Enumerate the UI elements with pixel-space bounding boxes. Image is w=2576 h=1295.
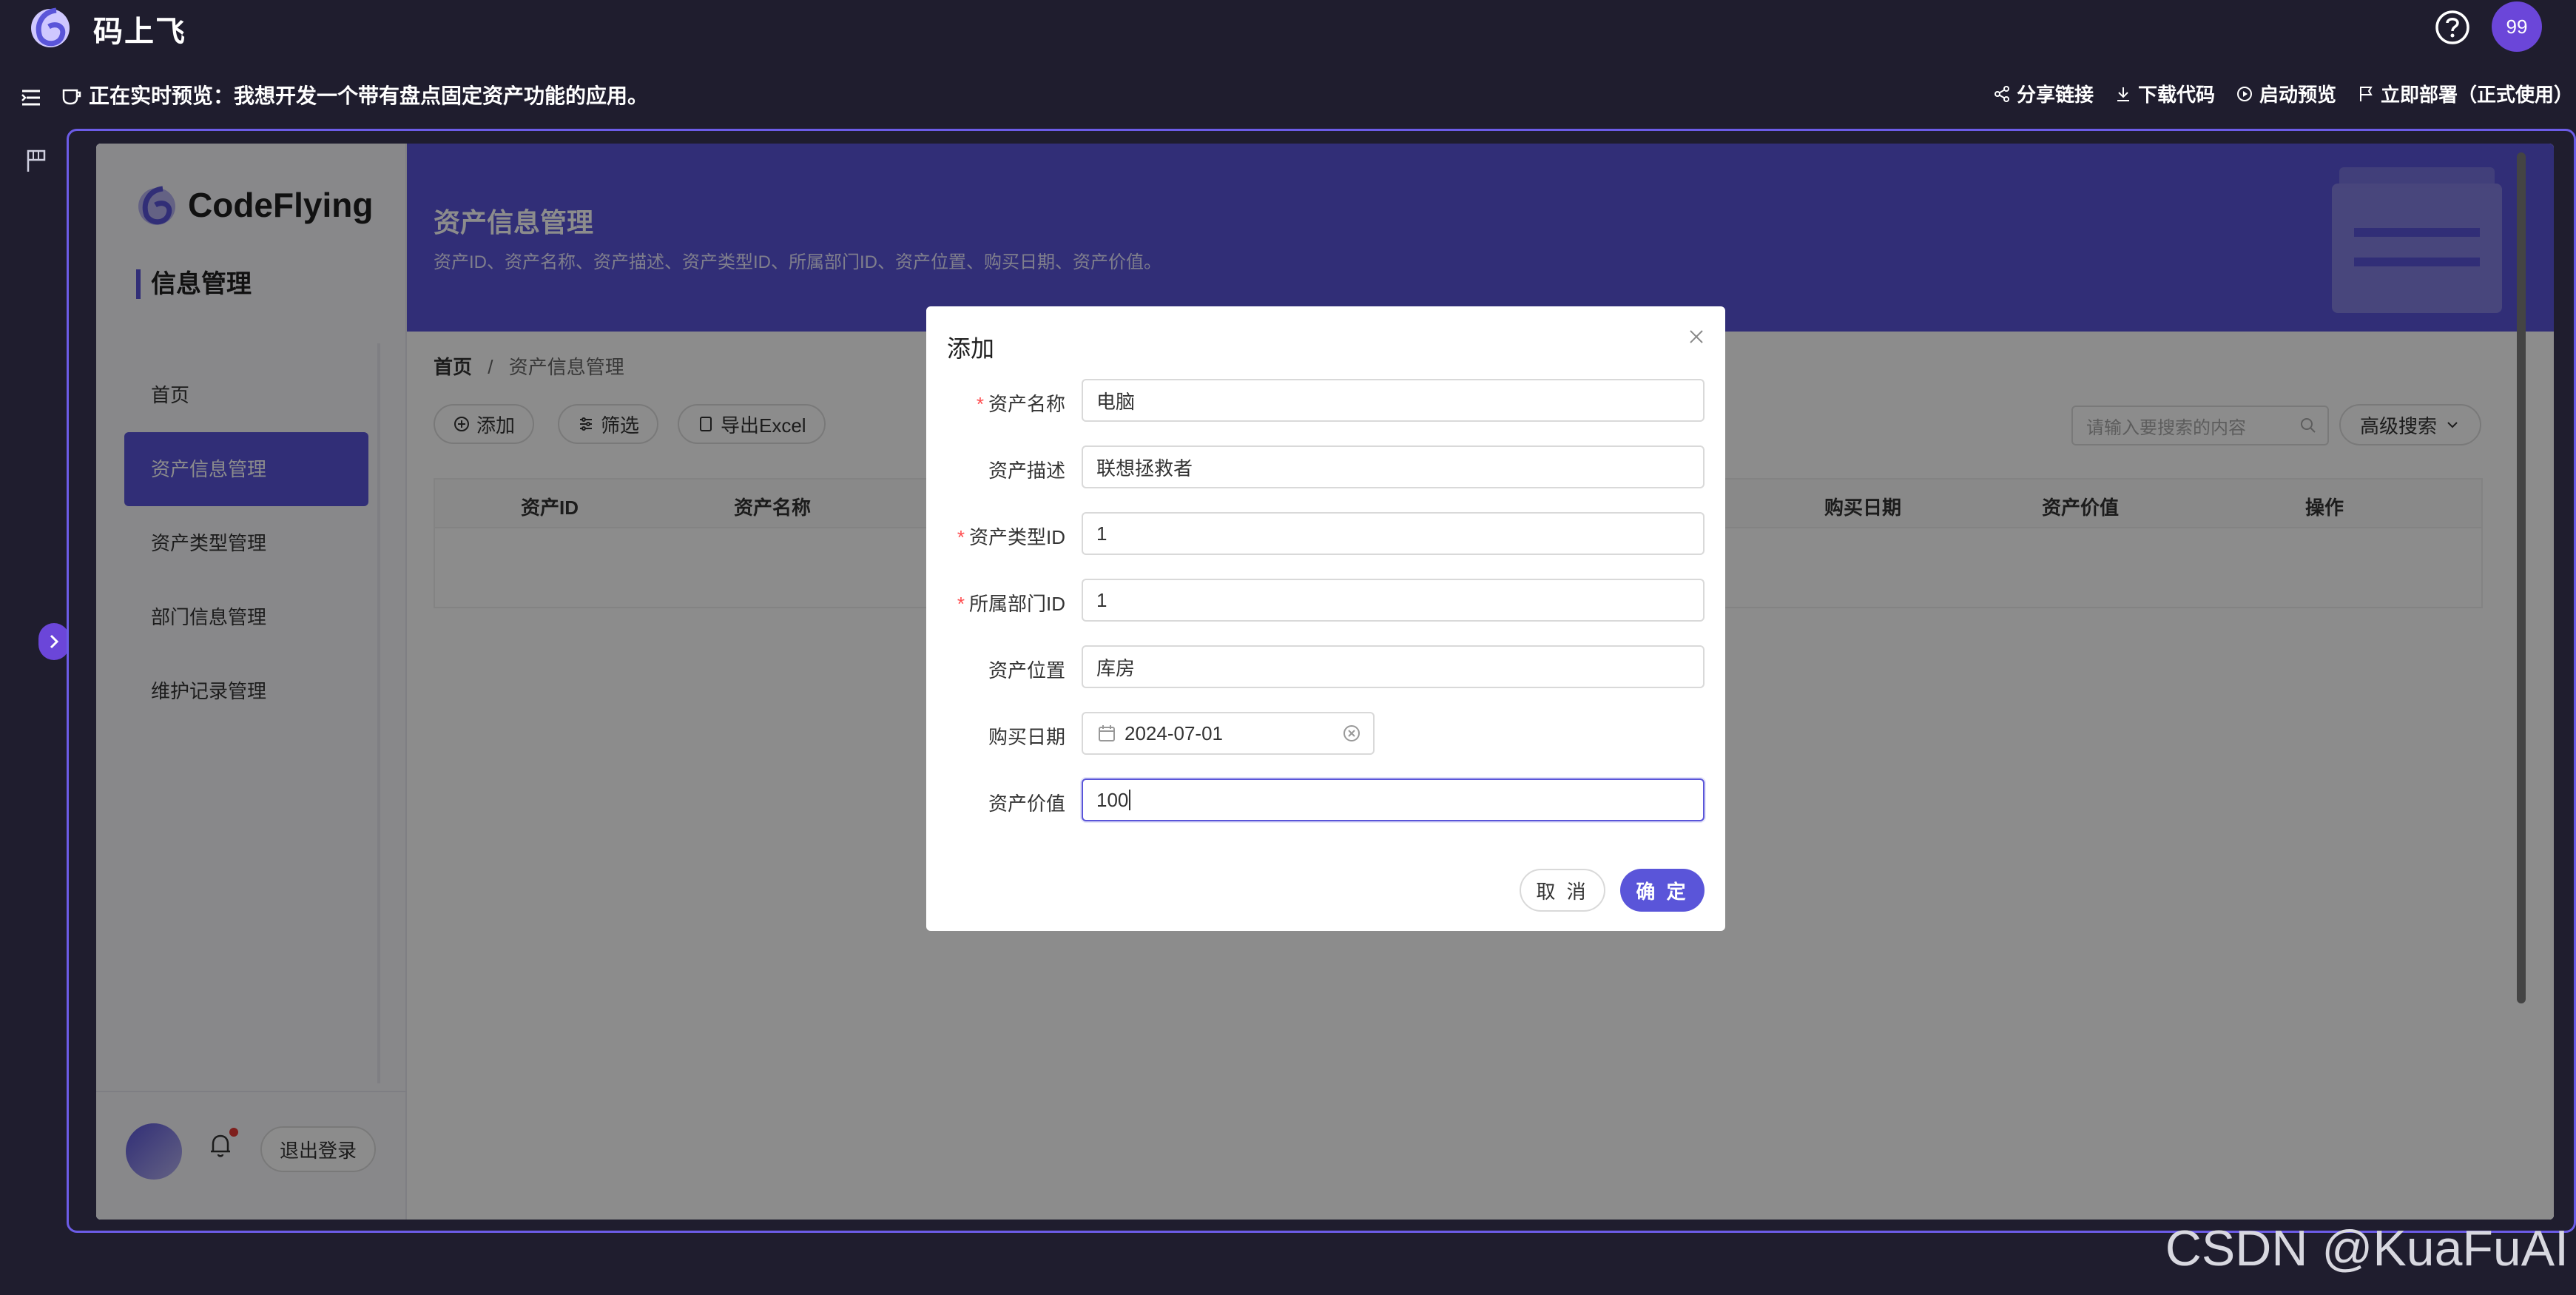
clear-icon[interactable] [1342,724,1361,743]
add-asset-dialog: 添加 * 资产名称 电脑 资产描述 联想拯救者 * 资产类型ID 1 * 所属部门ID… [926,306,1725,931]
flag-icon [2359,86,2373,101]
deploy-button[interactable]: 立即部署（正式使用） [2357,80,2573,107]
field-label: 资产描述 [988,460,1065,482]
asset-name-field[interactable]: 电脑 [1082,379,1705,422]
field-label: 资产价值 [988,793,1065,815]
share-link-button[interactable]: 分享链接 [1993,80,2094,107]
play-circle-icon [2236,86,2252,101]
asset-desc-field[interactable]: 联想拯救者 [1082,445,1705,488]
field-label: * 所属部门ID [957,593,1065,615]
start-preview-button[interactable]: 启动预览 [2236,80,2336,107]
help-icon[interactable] [2434,9,2471,46]
download-code-label: 下载代码 [2137,84,2215,106]
form-row-dept-id: * 所属部门ID 1 [926,579,1725,623]
deploy-label: 立即部署（正式使用） [2380,84,2573,106]
watermark: CSDN @KuaFuAI [2165,1220,2569,1276]
flag-icon[interactable] [24,148,49,173]
form-row-asset-name: * 资产名称 电脑 [926,379,1725,423]
close-icon[interactable] [1685,326,1707,348]
menu-icon[interactable] [19,86,43,110]
cancel-button[interactable]: 取 消 [1520,869,1605,912]
user-avatar-top[interactable]: 99 [2492,1,2542,52]
calendar-icon [1099,725,1115,741]
form-row-location: 资产位置 库房 [926,645,1725,690]
start-preview-label: 启动预览 [2259,84,2336,106]
asset-type-id-field[interactable]: 1 [1082,512,1705,555]
confirm-button[interactable]: 确 定 [1620,869,1705,912]
expand-sidebar-button[interactable] [38,623,70,660]
brand-logo-icon [31,7,70,47]
app-title: 码上飞 [93,16,186,48]
purchase-date-picker[interactable]: 2024-07-01 [1082,712,1375,755]
preview-actions: 分享链接 下载代码 启动预览 立即部署（正式使用） [1993,80,2573,107]
coffee-icon [62,89,81,105]
form-row-asset-type-id: * 资产类型ID 1 [926,512,1725,556]
field-label: 资产位置 [988,659,1065,682]
text-caret [1129,790,1131,810]
field-label: * 资产类型ID [957,526,1065,548]
purchase-date-value: 2024-07-01 [1125,722,1223,744]
preview-status-text: 正在实时预览：我想开发一个带有盘点固定资产功能的应用。 [89,84,649,107]
asset-value-text: 100 [1096,788,1129,811]
app-scrollbar[interactable] [2517,152,2526,1003]
dept-id-field[interactable]: 1 [1082,579,1705,622]
form-row-asset-desc: 资产描述 联想拯救者 [926,445,1725,490]
chevron-right-icon [50,634,59,649]
form-row-purchase-date: 购买日期 2024-07-01 [926,712,1725,756]
form-row-asset-value: 资产价值 100 [926,778,1725,823]
download-code-button[interactable]: 下载代码 [2114,80,2215,107]
share-icon [1994,85,2009,102]
asset-value-field[interactable]: 100 [1082,778,1705,821]
dialog-title: 添加 [947,335,995,362]
share-link-label: 分享链接 [2016,84,2094,106]
field-label: 购买日期 [988,726,1065,748]
field-label: * 资产名称 [976,393,1065,415]
app-topbar: 码上飞 99 [0,0,2576,56]
download-icon [2117,87,2129,101]
location-field[interactable]: 库房 [1082,645,1705,688]
